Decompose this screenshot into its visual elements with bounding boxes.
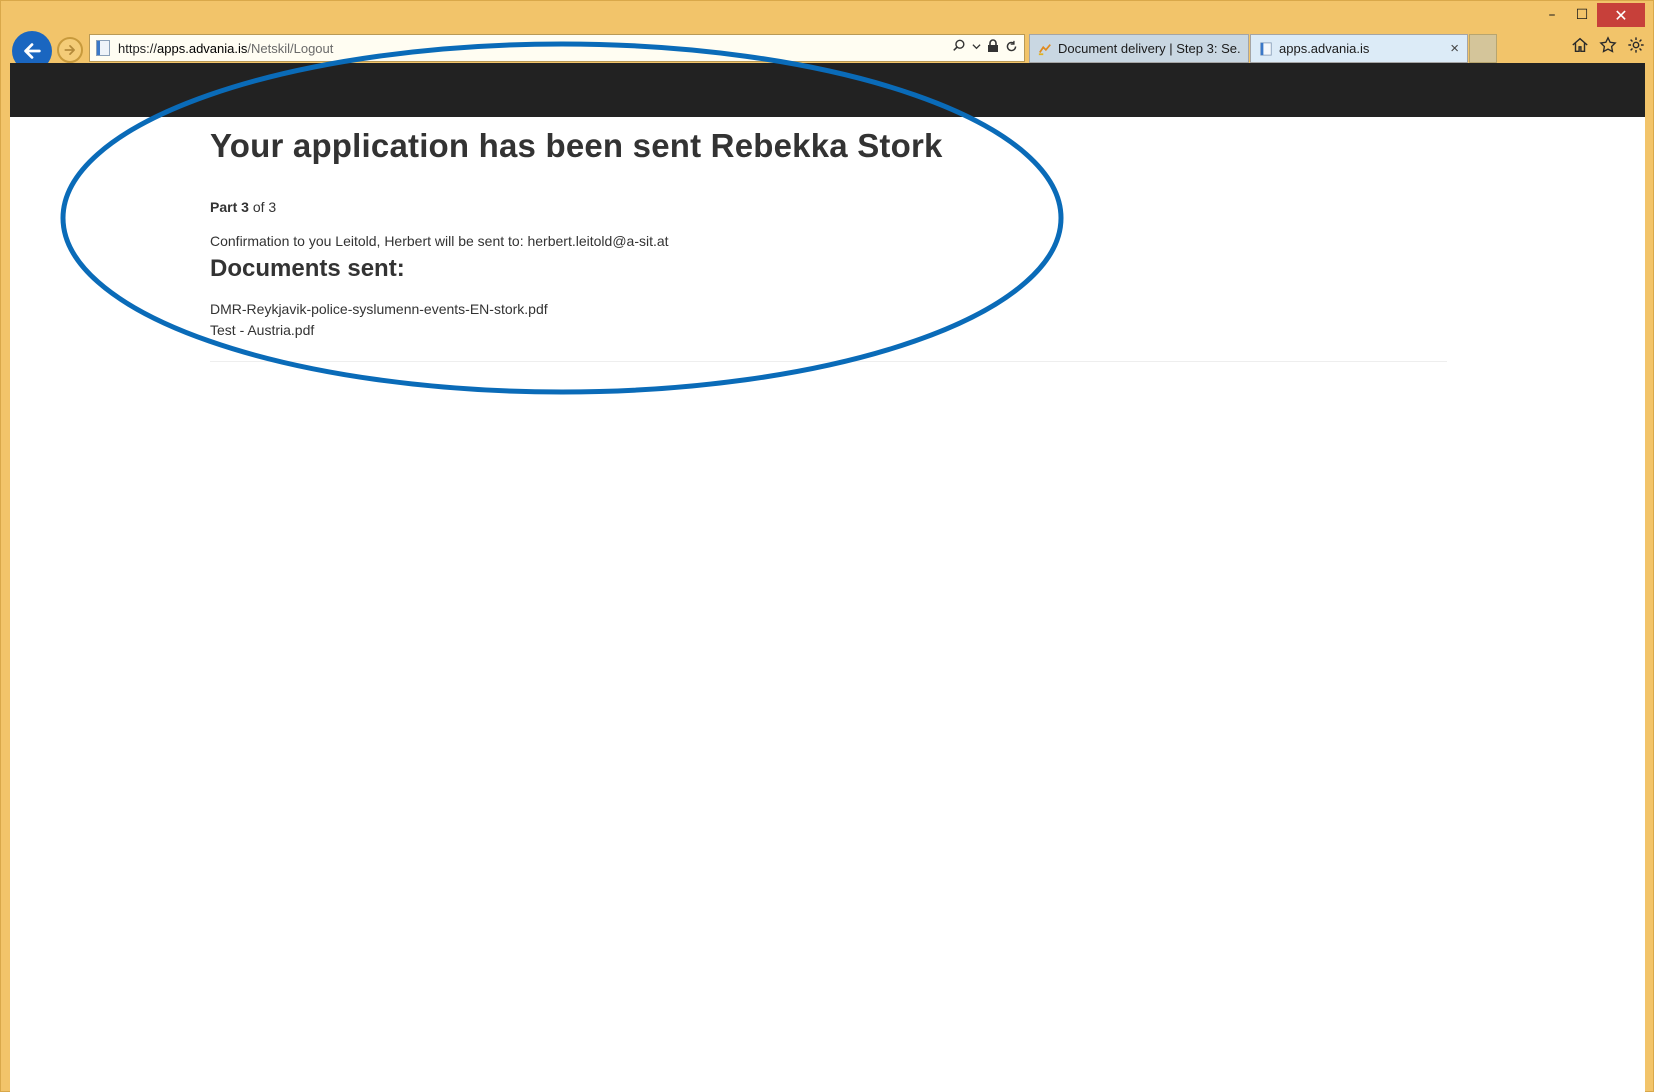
main-content: Your application has been sent Rebekka S…: [210, 117, 1447, 362]
url-host: apps.advania.is: [157, 40, 248, 56]
documents-list: DMR-Reykjavik-police-syslumenn-events-EN…: [210, 299, 1447, 341]
close-tab-icon[interactable]: ×: [1450, 40, 1459, 57]
arrow-right-icon: [64, 45, 75, 55]
chevron-down-icon[interactable]: [972, 42, 981, 51]
url-text[interactable]: https://apps.advania.is/Netskil/Logout: [118, 41, 333, 56]
address-tools: [952, 39, 1018, 53]
divider: [210, 361, 1447, 362]
part-total: of 3: [252, 199, 277, 215]
url-scheme: https://: [118, 40, 158, 56]
tab-document-delivery[interactable]: Document delivery | Step 3: Se...: [1029, 34, 1249, 63]
tab-apps-advania[interactable]: apps.advania.is ×: [1250, 34, 1468, 63]
home-icon[interactable]: [1571, 36, 1589, 54]
step-indicator: Part 3 of 3: [210, 199, 1447, 215]
toolbar-icons: [1571, 36, 1645, 54]
document-delivery-icon: [1038, 43, 1051, 55]
page-title: Your application has been sent Rebekka S…: [210, 127, 943, 164]
new-tab-button[interactable]: [1469, 34, 1497, 63]
navigation-bar: https://apps.advania.is/Netskil/Logout D…: [1, 31, 1653, 71]
window-controls: – ☐ ✕: [1537, 3, 1645, 29]
page-viewport: Your application has been sent Rebekka S…: [10, 63, 1645, 1092]
lock-icon[interactable]: [987, 39, 999, 53]
part-label: Part: [210, 199, 238, 215]
address-bar[interactable]: https://apps.advania.is/Netskil/Logout: [89, 34, 1025, 62]
close-window-button[interactable]: ✕: [1597, 3, 1645, 27]
star-icon[interactable]: [1599, 36, 1617, 54]
gear-icon[interactable]: [1627, 36, 1645, 54]
forward-button[interactable]: [57, 37, 83, 63]
arrow-left-icon: [24, 43, 41, 59]
page-icon: [1260, 41, 1272, 56]
page-icon: [96, 40, 110, 56]
document-item: Test - Austria.pdf: [210, 322, 315, 338]
browser-window: – ☐ ✕ https://apps.advania.is/Netskil/Lo…: [0, 0, 1654, 1092]
site-header-bar: [10, 63, 1645, 117]
documents-heading: Documents sent:: [210, 255, 405, 282]
confirmation-message: Confirmation to you Leitold, Herbert wil…: [210, 233, 669, 249]
document-item: DMR-Reykjavik-police-syslumenn-events-EN…: [210, 301, 548, 317]
refresh-icon[interactable]: [1005, 40, 1018, 53]
minimize-button[interactable]: –: [1537, 3, 1567, 27]
tab-label: apps.advania.is: [1279, 41, 1370, 56]
maximize-button[interactable]: ☐: [1567, 3, 1597, 27]
tab-label: Document delivery | Step 3: Se...: [1058, 41, 1240, 56]
search-icon[interactable]: [952, 39, 966, 53]
url-path: /Netskil/Logout: [247, 40, 334, 56]
part-current: 3: [241, 199, 249, 215]
